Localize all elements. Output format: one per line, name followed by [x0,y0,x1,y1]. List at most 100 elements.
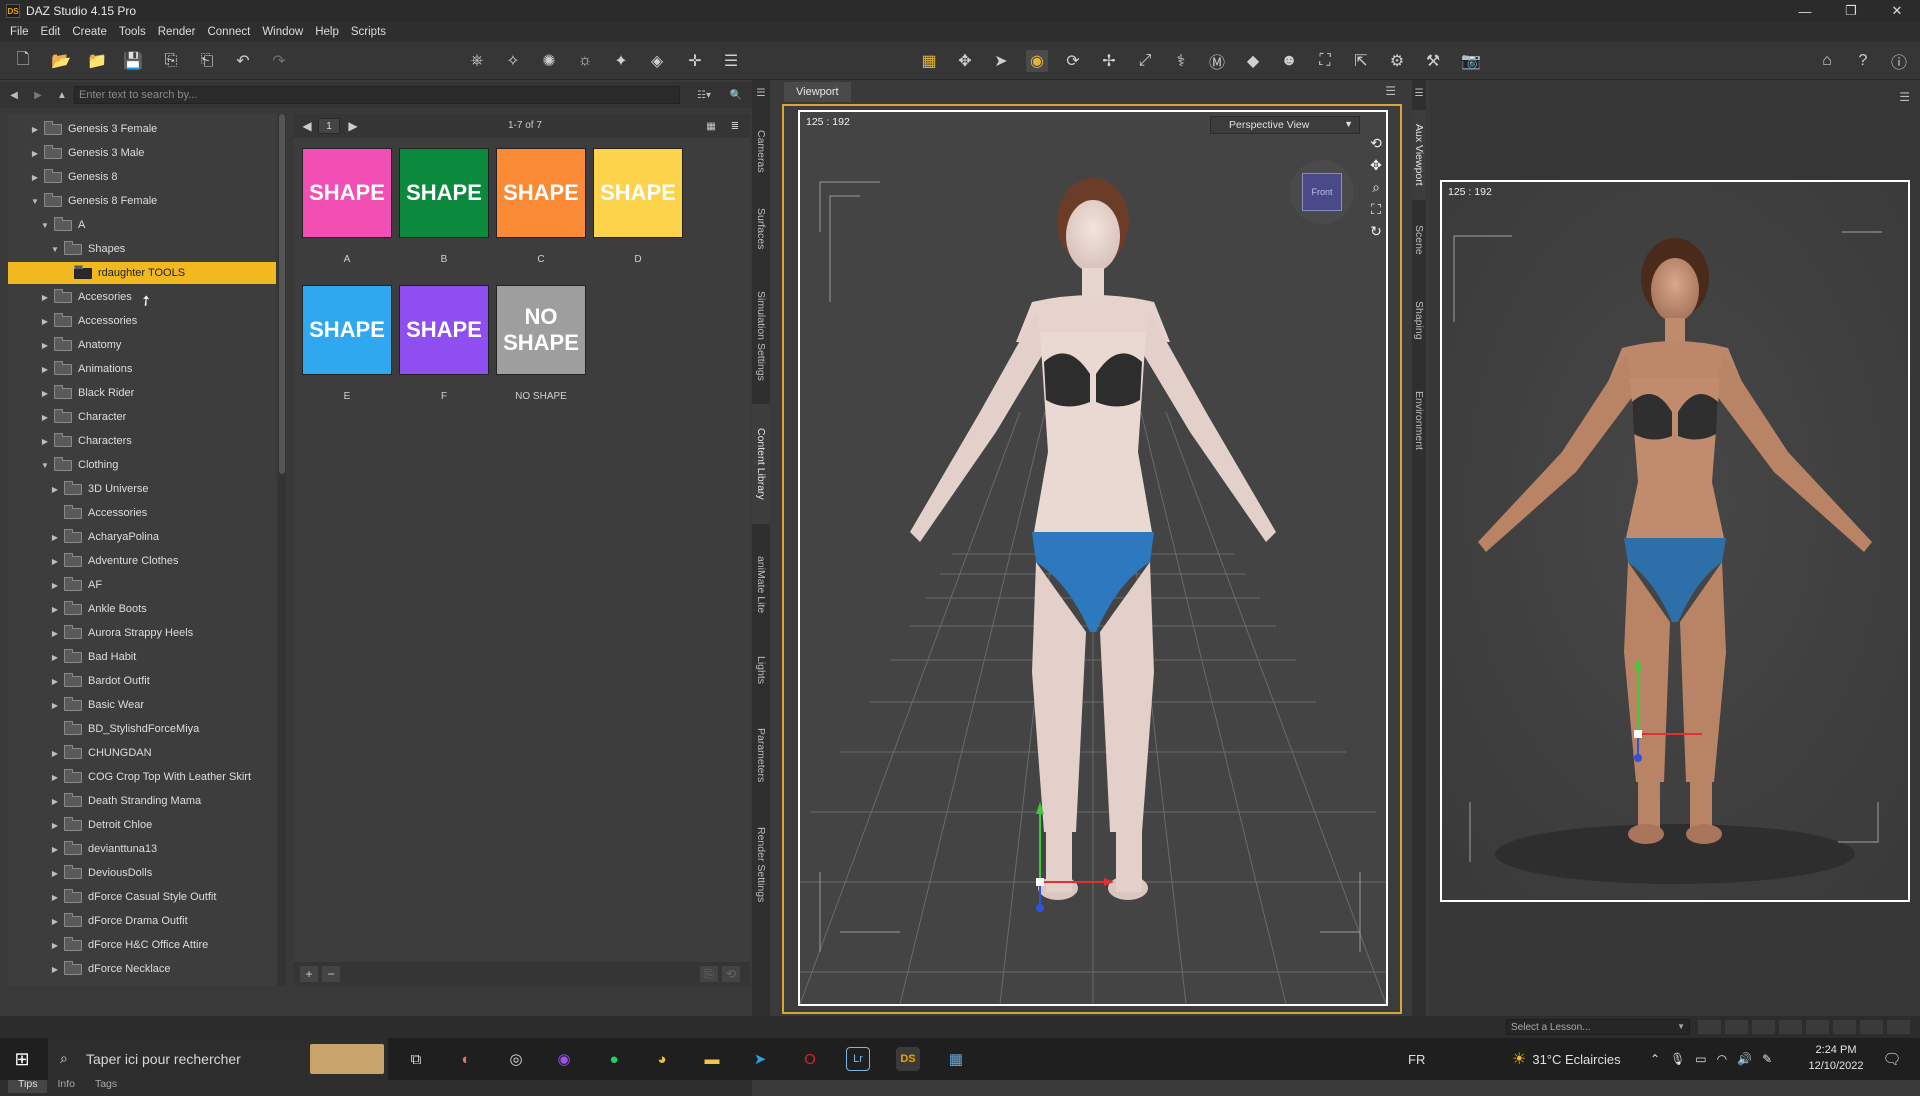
tree-item[interactable]: ▶ Adventure Clothes [8,550,276,572]
close-button[interactable]: ✕ [1874,0,1920,22]
tree-item[interactable]: ▶ Black Rider [8,382,276,404]
tree-item[interactable]: ▶ dForce Necklace [8,958,276,980]
menu-help[interactable]: Help [309,26,345,38]
network-icon[interactable]: ◠ [1717,1052,1727,1066]
calculator-icon[interactable]: ▦ [944,1047,968,1071]
expand-arrow-icon[interactable]: ▶ [50,533,60,542]
tree-item[interactable]: Accessories [8,502,276,524]
tab-parameters[interactable]: Parameters [752,710,770,800]
tab-surfaces[interactable]: Surfaces [752,194,770,264]
surface-selection-icon[interactable]: Ⓜ [1206,50,1228,72]
viewport-canvas[interactable]: 125 : 192 Perspective View ▼ Front ⟲ ✥ ⌕ ⛶ ↻ [798,110,1388,1006]
distant-light-icon[interactable]: ☼ [574,50,596,72]
expand-arrow-icon[interactable]: ▶ [50,845,60,854]
tree-item[interactable]: ▶ AF [8,574,276,596]
merge-icon[interactable]: 📁 [86,50,108,72]
tab-animate-lite[interactable]: aniMate Lite [752,540,770,630]
lesson-step-button[interactable] [1752,1020,1775,1034]
expand-arrow-icon[interactable]: ▶ [50,653,60,662]
expand-arrow-icon[interactable]: ▶ [50,701,60,710]
active-pose-icon[interactable]: ◉ [1026,50,1048,72]
forward-icon[interactable]: ▶ [28,85,48,105]
messenger-icon[interactable]: ◉ [552,1047,576,1071]
tree-item[interactable]: BD_StylishdForceMiya [8,718,276,740]
back-icon[interactable]: ◀ [4,85,24,105]
tree-item[interactable]: ▶ AcharyaPolina [8,526,276,548]
lesson-step-button[interactable] [1725,1020,1748,1034]
app-icon[interactable]: ◐ [454,1047,478,1071]
tree-item[interactable]: ▼ Shapes [8,238,276,260]
render-camera-icon[interactable]: ⛶ [1314,50,1336,72]
thumbnail-view-icon[interactable]: ▦ [702,118,720,134]
expand-arrow-icon[interactable]: ▶ [40,389,50,398]
expand-arrow-icon[interactable]: ▶ [50,773,60,782]
expand-arrow-icon[interactable]: ▶ [50,893,60,902]
next-page-icon[interactable]: ▶ [344,118,362,134]
spot-render-icon[interactable]: ⇱ [1350,50,1372,72]
import-icon[interactable]: ⎘ [160,50,182,72]
expand-arrow-icon[interactable]: ▶ [50,557,60,566]
prev-page-icon[interactable]: ◀ [298,118,316,134]
telegram-icon[interactable]: ➤ [748,1047,772,1071]
lesson-step-button[interactable] [1779,1020,1802,1034]
spotify-icon[interactable]: ● [602,1047,626,1071]
minimize-button[interactable]: — [1782,0,1828,22]
task-view-icon[interactable]: ⧉ [404,1047,428,1071]
tree-item[interactable]: ▶ Detroit Chloe [8,814,276,836]
file-explorer-icon[interactable]: ▬ [700,1047,724,1071]
tree-scrollbar[interactable] [278,114,286,986]
menu-render[interactable]: Render [152,26,202,38]
rotate-tool-icon[interactable]: ⟳ [1062,50,1084,72]
undo-icon[interactable]: ↶ [232,50,254,72]
taskbar-search[interactable]: ⌕ Taper ici pour rechercher [48,1038,388,1080]
render-settings-icon[interactable]: ⚒ [1422,50,1444,72]
tree-item[interactable]: ▶ dForce Drama Outfit [8,910,276,932]
lesson-step-button[interactable] [1806,1020,1829,1034]
asset-thumbnail[interactable]: SHAPE [496,148,586,238]
add-icon[interactable]: + [300,966,318,982]
navigation-controls[interactable]: ⟲ ✥ ⌕ ⛶ ↻ [1366,132,1386,252]
tree-item[interactable]: ▶ dForce H&C Office Attire [8,934,276,956]
view-options-icon[interactable]: ☷▾ [690,85,718,105]
grid-tool-icon[interactable]: ▦ [918,50,940,72]
expand-arrow-icon[interactable]: ▶ [50,485,60,494]
tree-item[interactable]: ▶ Accessories [8,310,276,332]
menu-scripts[interactable]: Scripts [345,26,392,38]
null-icon[interactable]: ✛ [684,50,706,72]
tree-item[interactable]: ▼ A [8,214,276,236]
content-search-input[interactable]: Enter text to search by... [74,86,680,104]
export-icon[interactable]: ⎗ [196,50,218,72]
pane-menu-icon[interactable]: ☰ [752,86,770,100]
tab-lights[interactable]: Lights [752,640,770,700]
aux-menu-icon[interactable]: ☰ [1899,90,1910,104]
new-scene-icon[interactable]: 🗋 [12,50,34,72]
clock[interactable]: 2:24 PM 12/10/2022 [1800,1042,1872,1074]
expand-arrow-icon[interactable]: ▶ [50,941,60,950]
battery-icon[interactable]: ▭ [1695,1052,1706,1066]
expand-arrow-icon[interactable]: ▶ [50,581,60,590]
expand-arrow-icon[interactable]: ▶ [40,413,50,422]
daz-studio-icon[interactable]: DS [896,1047,920,1071]
expand-arrow-icon[interactable]: ▶ [50,605,60,614]
tree-item[interactable]: ▶ DeviousDolls [8,862,276,884]
tab-shaping[interactable]: Shaping [1412,280,1426,360]
weather-widget[interactable]: ☀ 31°C Eclaircies [1512,1038,1621,1080]
pane-menu-icon[interactable]: ☰ [720,50,742,72]
asset-thumbnail[interactable]: NO SHAPE [496,285,586,375]
tree-item[interactable]: ▶ Genesis 8 [8,166,276,188]
universal-tool-icon[interactable]: ✥ [954,50,976,72]
tree-item[interactable]: ▶ Bad Habit [8,646,276,668]
joint-editor-icon[interactable]: ⚕ [1170,50,1192,72]
windows-start-icon[interactable]: ⊞ [10,1047,34,1071]
tree-item[interactable]: ▶ Death Stranding Mama [8,790,276,812]
open-icon[interactable]: 📂 [50,50,72,72]
expand-arrow-icon[interactable]: ▶ [40,437,50,446]
menu-create[interactable]: Create [66,26,113,38]
tree-item[interactable]: ▶ Basic Wear [8,694,276,716]
asset-thumbnail[interactable]: SHAPE [302,285,392,375]
tree-item[interactable]: ▶ Aurora Strappy Heels [8,622,276,644]
expand-arrow-icon[interactable]: ▶ [40,341,50,350]
new-camera-icon[interactable]: ⎈ [466,50,488,72]
lightroom-icon[interactable]: Lr [846,1047,870,1071]
tree-item[interactable]: ▶ Anatomy [8,334,276,356]
